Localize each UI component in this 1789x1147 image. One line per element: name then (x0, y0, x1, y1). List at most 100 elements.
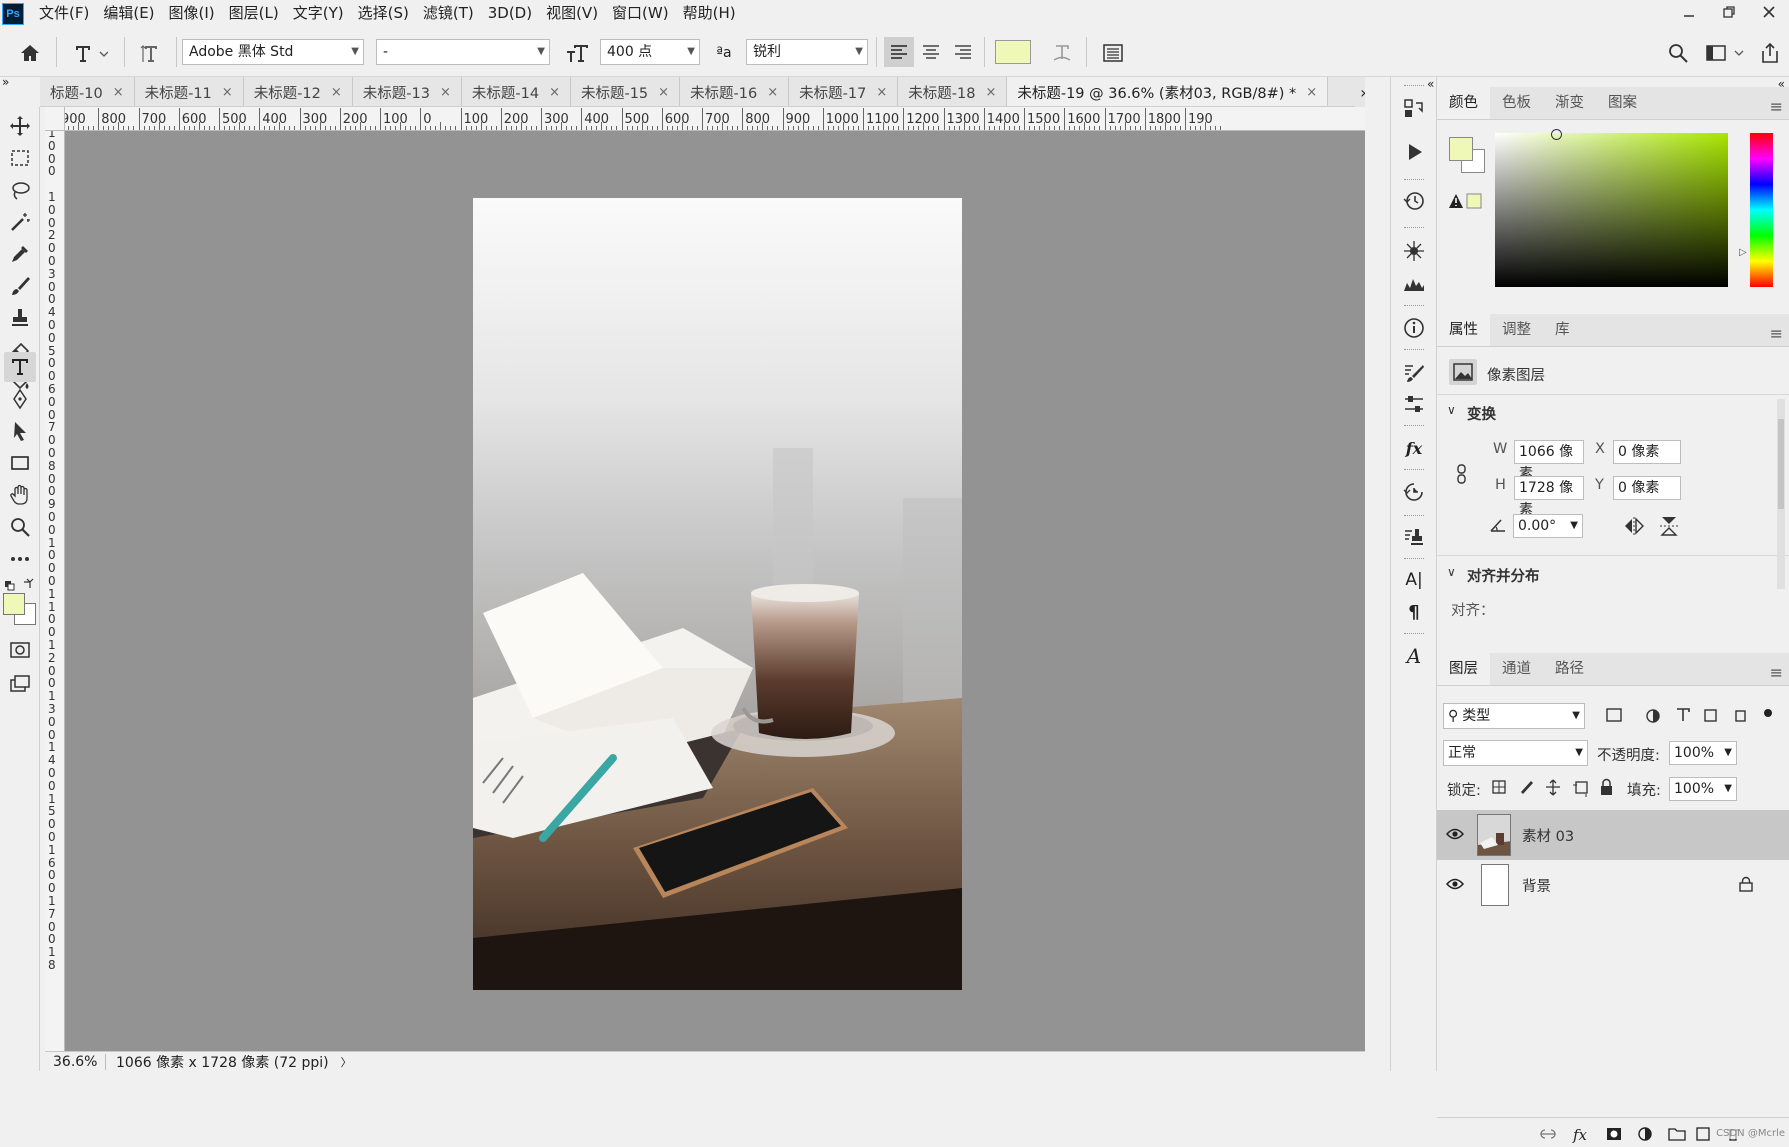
tab-adjustments[interactable]: 调整 (1490, 314, 1543, 346)
flip-horizontal-icon[interactable] (1622, 515, 1646, 537)
rectangle-tool-icon[interactable] (4, 448, 36, 478)
pen-tool-icon[interactable] (4, 384, 36, 414)
tab-document[interactable]: 未标题-12 × (244, 77, 353, 106)
text-color-swatch[interactable] (995, 40, 1031, 64)
adjustment-sliders-icon[interactable] (1399, 389, 1429, 419)
link-dimensions-icon[interactable] (1454, 463, 1470, 485)
tab-document[interactable]: 未标题-16 × (680, 77, 790, 106)
foreground-color-swatch[interactable] (3, 593, 25, 615)
tab-color[interactable]: 颜色 (1437, 87, 1490, 119)
clone-source-icon[interactable] (1399, 523, 1429, 553)
tab-close-icon[interactable]: × (222, 85, 233, 100)
tab-document[interactable]: 未标题-18 × (898, 77, 1008, 106)
angle-input[interactable]: 0.00° ▼ (1513, 514, 1583, 538)
tab-close-icon[interactable]: × (658, 85, 669, 100)
tab-document[interactable]: 未标题-15 × (571, 77, 681, 106)
styles-fx-icon[interactable]: fx (1399, 433, 1429, 463)
tab-close-icon[interactable]: × (767, 85, 778, 100)
color-panel-menu-icon[interactable]: ≡ (1770, 97, 1783, 116)
tab-patterns[interactable]: 图案 (1596, 87, 1649, 119)
width-input[interactable]: 1066 像素 (1514, 440, 1584, 482)
brush-settings-icon[interactable] (1399, 236, 1429, 266)
layer-name[interactable]: 素材 03 (1522, 825, 1574, 846)
timeline-icon[interactable] (1399, 477, 1429, 507)
tab-document[interactable]: 未标题-14 × (462, 77, 571, 106)
tab-paths[interactable]: 路径 (1543, 653, 1596, 685)
tab-close-icon[interactable]: × (331, 85, 342, 100)
history-states-icon[interactable] (1399, 93, 1429, 123)
tab-active-document[interactable]: 未标题-19 @ 36.6% (素材03, RGB/8#) * × (1007, 77, 1329, 106)
antialias-select[interactable]: 锐利 ▼ (746, 39, 868, 65)
visibility-eye-icon[interactable] (1445, 876, 1465, 892)
tab-properties[interactable]: 属性 (1437, 314, 1490, 346)
hue-slider-handle-icon[interactable]: ▷ (1739, 247, 1747, 258)
tab-close-icon[interactable]: × (549, 85, 560, 100)
y-input[interactable]: 0 像素 (1613, 476, 1681, 500)
share-icon[interactable] (1756, 39, 1784, 67)
lasso-tool-icon[interactable] (4, 175, 36, 205)
align-right-icon[interactable] (948, 37, 978, 67)
canvas-area[interactable] (65, 131, 1365, 1051)
flip-vertical-icon[interactable] (1657, 515, 1681, 537)
swap-colors-icon[interactable] (4, 578, 36, 594)
paragraph-icon[interactable]: ¶ (1399, 597, 1429, 627)
screen-mode-icon[interactable] (4, 669, 36, 699)
actions-play-icon[interactable] (1399, 137, 1429, 167)
menu-view[interactable]: 视图(V) (539, 0, 605, 27)
tab-document[interactable]: 未标题-17 × (789, 77, 899, 106)
home-icon[interactable] (16, 39, 44, 67)
warp-text-icon[interactable] (1048, 39, 1076, 67)
status-menu-arrow-icon[interactable]: 〉 (341, 1054, 352, 1070)
glyphs-icon[interactable]: A (1399, 641, 1429, 671)
tab-document[interactable]: 未标题-13 × (353, 77, 462, 106)
tab-libraries[interactable]: 库 (1543, 314, 1582, 346)
more-tools-icon[interactable] (4, 544, 36, 574)
font-style-select[interactable]: - ▼ (376, 39, 550, 65)
tab-close-icon[interactable]: × (440, 85, 451, 100)
opacity-input[interactable]: 100% ▼ (1669, 741, 1737, 765)
text-orientation-icon[interactable] (136, 39, 164, 67)
search-icon[interactable] (1664, 39, 1692, 67)
magic-wand-tool-icon[interactable] (4, 207, 36, 237)
brushes-icon[interactable] (1399, 358, 1429, 388)
character-icon[interactable]: A| (1399, 565, 1429, 595)
minimize-button[interactable] (1669, 0, 1709, 24)
gamut-warning-icon[interactable] (1449, 193, 1483, 209)
transform-chevron-icon[interactable]: ∨ (1447, 403, 1456, 417)
menu-layer[interactable]: 图层(L) (222, 0, 286, 27)
color-panel-swatches[interactable] (1449, 137, 1489, 177)
align-center-icon[interactable] (916, 37, 946, 67)
color-picker-cursor[interactable] (1551, 129, 1562, 140)
font-size-input[interactable]: 400 点 ▼ (600, 39, 700, 65)
color-panel-fg-swatch[interactable] (1449, 137, 1473, 161)
info-icon[interactable] (1399, 313, 1429, 343)
color-saturation-field[interactable] (1495, 129, 1728, 287)
layer-filter-select[interactable]: ⚲ 类型 ▼ (1443, 703, 1585, 729)
tab-gradients[interactable]: 渐变 (1543, 87, 1596, 119)
path-selection-tool-icon[interactable] (4, 416, 36, 446)
tab-close-icon[interactable]: × (876, 85, 887, 100)
menu-window[interactable]: 窗口(W) (605, 0, 676, 27)
height-input[interactable]: 1728 像素 (1514, 476, 1584, 518)
lock-icons[interactable] (1489, 777, 1619, 799)
type-tool-icon[interactable] (4, 352, 36, 382)
close-window-button[interactable] (1749, 0, 1789, 24)
menu-3d[interactable]: 3D(D) (481, 0, 539, 27)
type-tool-preset-icon[interactable] (70, 39, 110, 67)
tab-close-icon[interactable]: × (113, 85, 124, 100)
align-left-icon[interactable] (884, 37, 914, 67)
menu-file[interactable]: 文件(F) (32, 0, 96, 27)
menu-image[interactable]: 图像(I) (162, 0, 222, 27)
toolbar-collapse-icon[interactable]: » (0, 76, 40, 107)
properties-panel-menu-icon[interactable]: ≡ (1770, 324, 1783, 343)
menu-filter[interactable]: 滤镜(T) (416, 0, 481, 27)
zoom-level[interactable]: 36.6% (45, 1054, 105, 1070)
move-tool-icon[interactable] (4, 111, 36, 141)
layer-name[interactable]: 背景 (1522, 875, 1551, 896)
align-chevron-icon[interactable]: ∨ (1447, 565, 1456, 579)
menu-edit[interactable]: 编辑(E) (96, 0, 161, 27)
hue-slider[interactable] (1750, 133, 1773, 287)
tab-close-icon[interactable]: × (985, 85, 996, 100)
workspace-icon[interactable] (1702, 39, 1748, 67)
collapse-panels-icon[interactable]: « (1427, 77, 1434, 91)
